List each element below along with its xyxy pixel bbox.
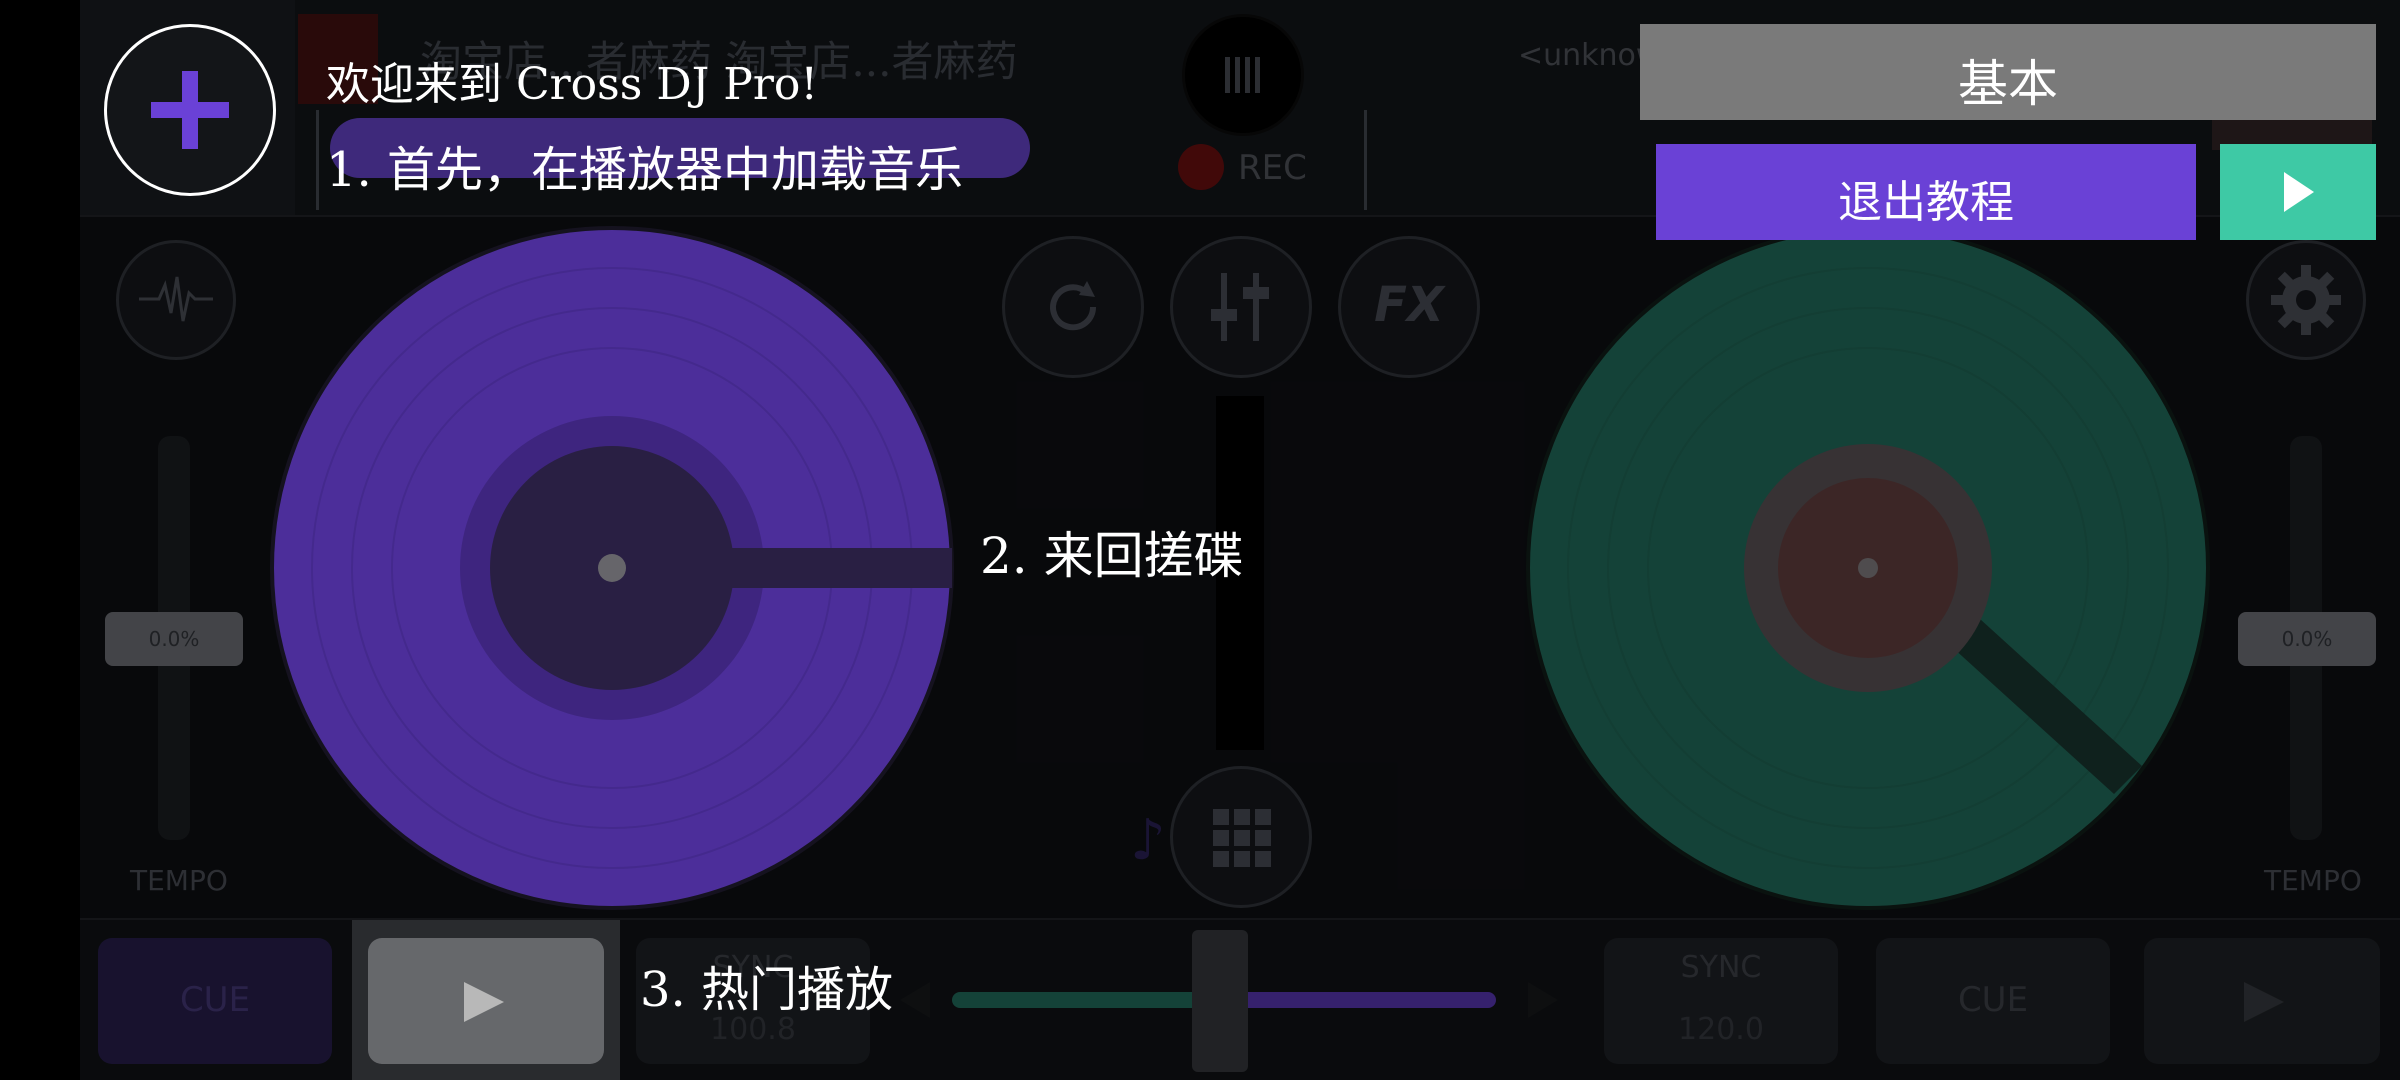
- grid-icon: [1213, 809, 1271, 871]
- loop-icon: [1041, 275, 1105, 343]
- tutorial-step1-text: 1. 首先，在播放器中加载音乐: [326, 142, 964, 198]
- gear-icon: [2271, 265, 2341, 339]
- cue-button-right[interactable]: CUE: [1876, 938, 2110, 1064]
- exit-tutorial-label: 退出教程: [1838, 177, 2014, 228]
- waveform-toggle-button[interactable]: [116, 240, 236, 360]
- crossfader-handle[interactable]: [1192, 930, 1248, 1072]
- crossfader-right-arrow: [1528, 982, 1558, 1022]
- fx-label: FX: [1374, 277, 1444, 333]
- waveform-icon: [139, 271, 213, 331]
- cue-button-left[interactable]: CUE: [98, 938, 332, 1064]
- crossfader-track-right: [1220, 992, 1496, 1008]
- turntable-left[interactable]: [270, 226, 954, 910]
- sync-label-right: SYNC: [1680, 950, 1762, 985]
- plus-icon: [151, 71, 229, 153]
- play-button-left[interactable]: [368, 938, 604, 1064]
- add-track-button[interactable]: [104, 24, 276, 196]
- tempo-label-left: TEMPO: [130, 864, 228, 897]
- waveform-right-marker: [1364, 110, 1367, 210]
- tempo-label-right: TEMPO: [2264, 864, 2362, 897]
- waveform-left-marker: [316, 110, 319, 210]
- bottom-bar: CUE SYNC 100.8 SYNC 120.0 CUE: [80, 918, 2400, 1080]
- rec-dot-icon: [1178, 144, 1224, 190]
- crossfader[interactable]: [900, 930, 1560, 1072]
- next-step-button[interactable]: [2220, 144, 2376, 240]
- mode-basic-label: 基本: [1958, 55, 2058, 113]
- crossfader-track-left: [952, 992, 1220, 1008]
- cue-label-right: CUE: [1957, 980, 2029, 1020]
- sync-loop-button[interactable]: [1002, 236, 1144, 378]
- sync-button-right[interactable]: SYNC 120.0: [1604, 938, 1838, 1064]
- exit-tutorial-button[interactable]: 退出教程: [1656, 144, 2196, 240]
- library-button[interactable]: [1182, 14, 1304, 136]
- tutorial-step2-text: 2. 来回搓碟: [980, 527, 1244, 585]
- crossfader-left-arrow: [900, 982, 930, 1022]
- turntable-right[interactable]: [1526, 226, 2210, 910]
- tutorial-step3-text: 3. 热门播放: [640, 962, 894, 1018]
- rec-button[interactable]: REC: [1178, 140, 1338, 192]
- mode-basic-button[interactable]: 基本: [1640, 24, 2376, 120]
- pads-button[interactable]: [1170, 766, 1312, 908]
- pitch-value-left: 0.0%: [105, 612, 243, 666]
- next-arrow-icon: [2284, 172, 2314, 216]
- play-icon-left: [464, 982, 504, 1026]
- mixer-icon: [1211, 273, 1271, 345]
- settings-button[interactable]: [2246, 240, 2366, 360]
- bpm-right: 120.0: [1678, 1012, 1764, 1047]
- library-icon: [1223, 57, 1263, 93]
- fx-button[interactable]: FX: [1338, 236, 1480, 378]
- pitch-value-right: 0.0%: [2238, 612, 2376, 666]
- mixer-button[interactable]: [1170, 236, 1312, 378]
- play-icon-right: [2244, 982, 2284, 1026]
- cue-label-left: CUE: [179, 980, 251, 1020]
- rec-label: REC: [1238, 148, 1307, 188]
- play-button-right[interactable]: [2144, 938, 2380, 1064]
- tutorial-welcome-text: 欢迎来到 Cross DJ Pro!: [326, 59, 819, 110]
